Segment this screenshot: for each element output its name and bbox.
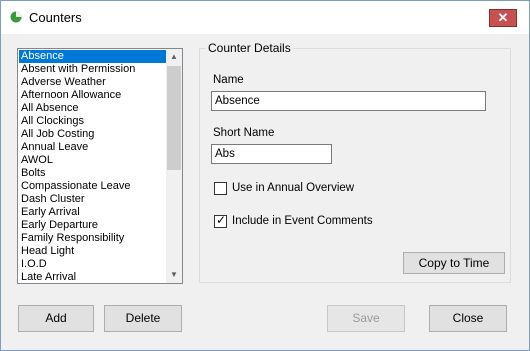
list-item[interactable]: All Absence	[19, 102, 166, 115]
list-item[interactable]: Late Arrival	[19, 271, 166, 283]
annual-overview-checkbox[interactable]	[214, 182, 227, 195]
dialog-body: Absence Absent with Permission Adverse Wea…	[1, 34, 529, 350]
list-item[interactable]: Head Light	[19, 245, 166, 258]
list-item[interactable]: I.O.D	[19, 258, 166, 271]
scroll-up-arrow-icon[interactable]: ▲	[166, 49, 182, 65]
list-item[interactable]: Bolts	[19, 167, 166, 180]
list-item[interactable]: Compassionate Leave	[19, 180, 166, 193]
scroll-thumb[interactable]	[167, 66, 181, 170]
list-item[interactable]: All Job Costing	[19, 128, 166, 141]
save-button[interactable]: Save	[327, 305, 405, 332]
copy-to-time-button[interactable]: Copy to Time	[403, 252, 505, 274]
app-icon	[10, 11, 22, 23]
close-button[interactable]: Close	[429, 305, 507, 332]
close-icon: ✕	[497, 10, 509, 25]
list-item[interactable]: Early Departure	[19, 219, 166, 232]
add-button[interactable]: Add	[18, 305, 94, 332]
list-scrollbar[interactable]: ▲ ▼	[166, 49, 182, 283]
window-title: Counters	[29, 10, 82, 25]
event-comments-label: Include in Event Comments	[232, 215, 373, 227]
event-comments-checkbox[interactable]: ✓	[214, 213, 227, 228]
counter-details-group	[199, 48, 511, 283]
checkmark-icon: ✓	[216, 213, 227, 227]
short-name-input[interactable]: Abs	[211, 144, 332, 164]
name-label: Name	[213, 74, 244, 86]
list-item[interactable]: AWOL	[19, 154, 166, 167]
name-input[interactable]: Absence	[211, 91, 486, 111]
list-item[interactable]: Family Responsibility	[19, 232, 166, 245]
list-item[interactable]: Annual Leave	[19, 141, 166, 154]
list-item[interactable]: Dash Cluster	[19, 193, 166, 206]
list-item[interactable]: Absent with Permission	[19, 63, 166, 76]
list-item[interactable]: All Clockings	[19, 115, 166, 128]
list-item[interactable]: Early Arrival	[19, 206, 166, 219]
close-window-button[interactable]: ✕	[489, 9, 517, 27]
scroll-down-arrow-icon[interactable]: ▼	[166, 267, 182, 283]
annual-overview-label: Use in Annual Overview	[232, 182, 355, 194]
counter-list: Absence Absent with Permission Adverse Wea…	[19, 50, 166, 283]
list-item[interactable]: Absence	[19, 50, 166, 63]
counter-details-legend: Counter Details	[206, 41, 293, 55]
delete-button[interactable]: Delete	[104, 305, 182, 332]
short-name-label: Short Name	[213, 127, 275, 139]
counters-window: Counters ✕ Absence Absent with Permission…	[0, 0, 530, 351]
title-bar: Counters ✕	[1, 1, 529, 34]
list-item[interactable]: Afternoon Allowance	[19, 89, 166, 102]
counters-listbox[interactable]: Absence Absent with Permission Adverse Wea…	[17, 48, 183, 284]
list-item[interactable]: Adverse Weather	[19, 76, 166, 89]
